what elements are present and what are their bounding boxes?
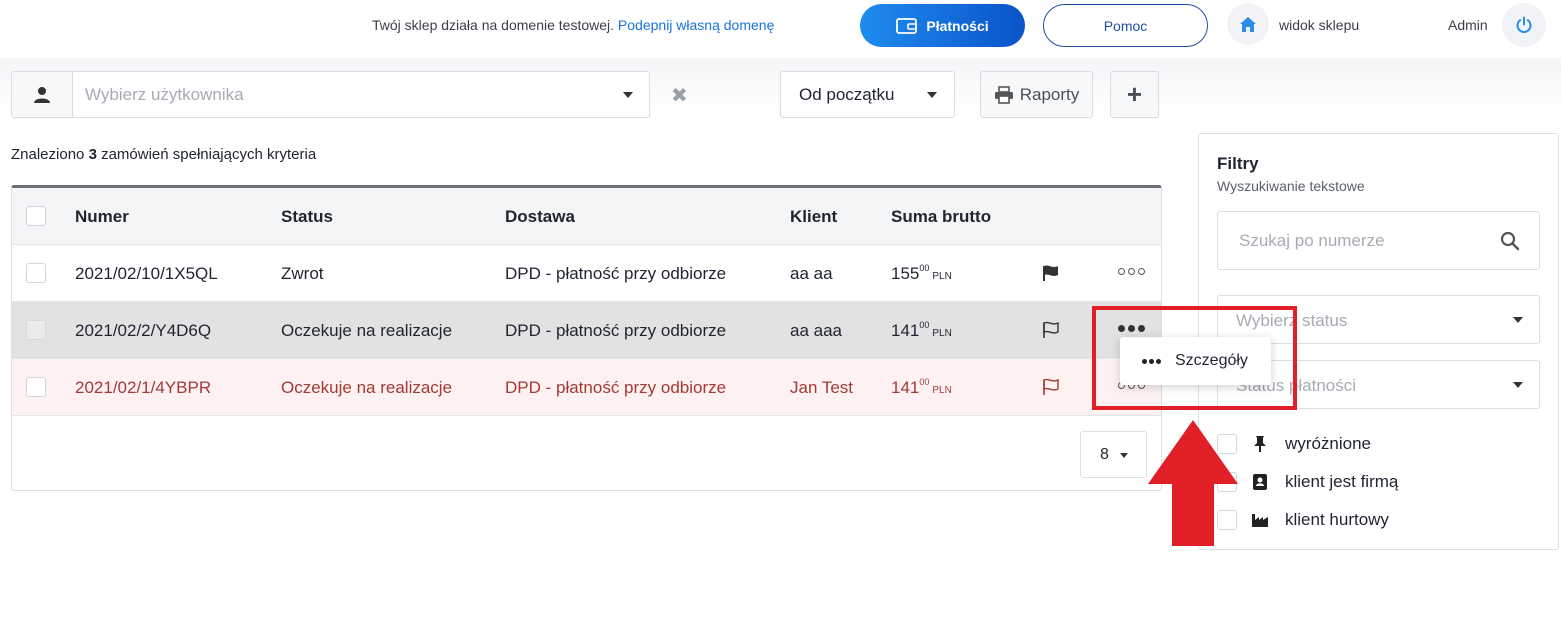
flag-outline-icon[interactable] bbox=[1042, 321, 1060, 339]
order-number[interactable]: 2021/02/2/Y4D6Q bbox=[75, 321, 211, 341]
column-header-delivery[interactable]: Dostawa bbox=[505, 207, 575, 227]
order-delivery: DPD - płatność przy odbiorze bbox=[505, 321, 727, 340]
chevron-down-icon bbox=[623, 92, 633, 98]
order-status: Oczekuje na realizacje bbox=[281, 378, 453, 397]
add-order-button[interactable]: + bbox=[1110, 71, 1159, 118]
help-button[interactable]: Pomoc bbox=[1043, 4, 1208, 47]
flag-outline-icon[interactable] bbox=[1042, 378, 1060, 396]
user-select-input[interactable] bbox=[85, 84, 605, 106]
row-checkbox[interactable] bbox=[26, 263, 46, 283]
logout-button[interactable] bbox=[1502, 3, 1546, 47]
filters-title: Filtry bbox=[1217, 154, 1259, 173]
payments-button-label: Płatności bbox=[926, 17, 989, 34]
table-header: Numer Status Dostawa Klient Suma brutto bbox=[12, 188, 1161, 245]
page-size-value: 8 bbox=[1100, 446, 1109, 463]
user-select[interactable] bbox=[11, 71, 650, 118]
column-header-client[interactable]: Klient bbox=[790, 207, 837, 227]
orders-table: Numer Status Dostawa Klient Suma brutto … bbox=[11, 185, 1162, 491]
table-row[interactable]: 2021/02/2/Y4D6Q Oczekuje na realizacje D… bbox=[12, 302, 1161, 359]
order-client: aa aa bbox=[790, 264, 833, 283]
number-search-input[interactable] bbox=[1239, 231, 1489, 251]
number-search[interactable] bbox=[1217, 211, 1540, 270]
price-integer: 141 bbox=[891, 378, 920, 397]
order-number[interactable]: 2021/02/1/4YBPR bbox=[75, 378, 211, 398]
printer-icon bbox=[994, 85, 1013, 104]
pin-icon bbox=[1249, 435, 1271, 453]
select-all-checkbox[interactable] bbox=[26, 206, 46, 226]
price-integer: 141 bbox=[891, 321, 920, 340]
table-row[interactable]: 2021/02/1/4YBPR Oczekuje na realizacje D… bbox=[12, 359, 1161, 416]
filter-featured[interactable]: wyróżnione bbox=[1217, 434, 1371, 454]
reports-button[interactable]: Raporty bbox=[980, 71, 1093, 118]
order-total: 15500PLN bbox=[891, 263, 952, 284]
price-decimal: 00 bbox=[919, 263, 930, 273]
order-client: Jan Test bbox=[790, 378, 854, 397]
row-actions-icon[interactable] bbox=[1118, 268, 1145, 275]
results-suffix: zamówień spełniających kryteria bbox=[101, 146, 317, 163]
column-header-status[interactable]: Status bbox=[281, 207, 333, 227]
price-currency: PLN bbox=[932, 385, 952, 396]
chevron-down-icon bbox=[1513, 317, 1523, 323]
column-header-total[interactable]: Suma brutto bbox=[891, 207, 991, 227]
annotation-arrow-up-icon bbox=[1148, 420, 1238, 546]
reports-button-label: Raporty bbox=[1019, 84, 1080, 104]
details-menu-item[interactable]: Szczegóły bbox=[1175, 352, 1248, 370]
order-client: aa aaa bbox=[790, 321, 842, 340]
row-checkbox[interactable] bbox=[26, 320, 46, 340]
domain-note: Twój sklep działa na domenie testowej. P… bbox=[372, 17, 774, 33]
column-header-number[interactable]: Numer bbox=[75, 207, 129, 227]
top-bar: Twój sklep działa na domenie testowej. P… bbox=[0, 0, 1561, 58]
order-number[interactable]: 2021/02/10/1X5QL bbox=[75, 264, 218, 284]
chevron-down-icon bbox=[1120, 453, 1128, 458]
results-prefix: Znaleziono bbox=[11, 146, 85, 163]
filters-subtitle: Wyszukiwanie tekstowe bbox=[1217, 178, 1365, 194]
chevron-down-icon bbox=[927, 92, 937, 98]
order-status: Oczekuje na realizacje bbox=[281, 321, 453, 340]
order-total: 14100PLN bbox=[891, 320, 952, 341]
shop-view-link[interactable]: widok sklepu bbox=[1279, 17, 1359, 33]
price-currency: PLN bbox=[932, 328, 952, 339]
results-count: 3 bbox=[88, 146, 97, 163]
chevron-down-icon bbox=[1513, 382, 1523, 388]
flag-filled-icon[interactable] bbox=[1042, 264, 1060, 282]
order-delivery: DPD - płatność przy odbiorze bbox=[505, 378, 727, 397]
help-button-label: Pomoc bbox=[1103, 17, 1148, 34]
period-select-value: Od początku bbox=[799, 85, 895, 104]
page-size-select[interactable]: 8 bbox=[1080, 431, 1147, 478]
row-actions-menu: Szczegóły bbox=[1120, 337, 1271, 385]
featured-label: wyróżnione bbox=[1285, 434, 1371, 453]
user-icon bbox=[34, 86, 50, 103]
wholesale-client-label: klient hurtowy bbox=[1285, 510, 1389, 529]
results-summary: Znaleziono 3 zamówień spełniających kryt… bbox=[11, 146, 316, 163]
connect-domain-link[interactable]: Podepnij własną domenę bbox=[618, 17, 774, 33]
admin-label: Admin bbox=[1448, 17, 1488, 33]
period-select[interactable]: Od początku bbox=[780, 71, 955, 118]
contact-card-icon bbox=[1249, 473, 1271, 491]
price-decimal: 00 bbox=[919, 320, 930, 330]
clear-user-icon[interactable]: ✖ bbox=[671, 83, 688, 108]
row-actions-icon[interactable] bbox=[1118, 325, 1145, 332]
wallet-icon bbox=[896, 17, 918, 34]
factory-icon bbox=[1249, 512, 1271, 528]
user-icon-cell bbox=[12, 72, 73, 117]
company-client-label: klient jest firmą bbox=[1285, 472, 1399, 491]
status-select-placeholder: Wybierz status bbox=[1236, 311, 1348, 330]
row-checkbox[interactable] bbox=[26, 377, 46, 397]
table-row[interactable]: 2021/02/10/1X5QL Zwrot DPD - płatność pr… bbox=[12, 245, 1161, 302]
price-decimal: 00 bbox=[919, 377, 930, 387]
home-icon bbox=[1240, 16, 1256, 32]
payments-button[interactable]: Płatności bbox=[860, 4, 1025, 47]
search-icon[interactable] bbox=[1500, 231, 1520, 251]
price-currency: PLN bbox=[932, 271, 952, 282]
shop-view-button[interactable] bbox=[1227, 3, 1269, 45]
more-dots-icon bbox=[1142, 358, 1161, 364]
price-integer: 155 bbox=[891, 264, 920, 283]
domain-note-text: Twój sklep działa na domenie testowej. bbox=[372, 17, 615, 33]
power-icon bbox=[1516, 16, 1532, 33]
order-status: Zwrot bbox=[281, 264, 324, 283]
filter-wholesale-client[interactable]: klient hurtowy bbox=[1217, 510, 1389, 530]
order-delivery: DPD - płatność przy odbiorze bbox=[505, 264, 727, 283]
order-total: 14100PLN bbox=[891, 377, 952, 398]
filter-company-client[interactable]: klient jest firmą bbox=[1217, 472, 1398, 492]
